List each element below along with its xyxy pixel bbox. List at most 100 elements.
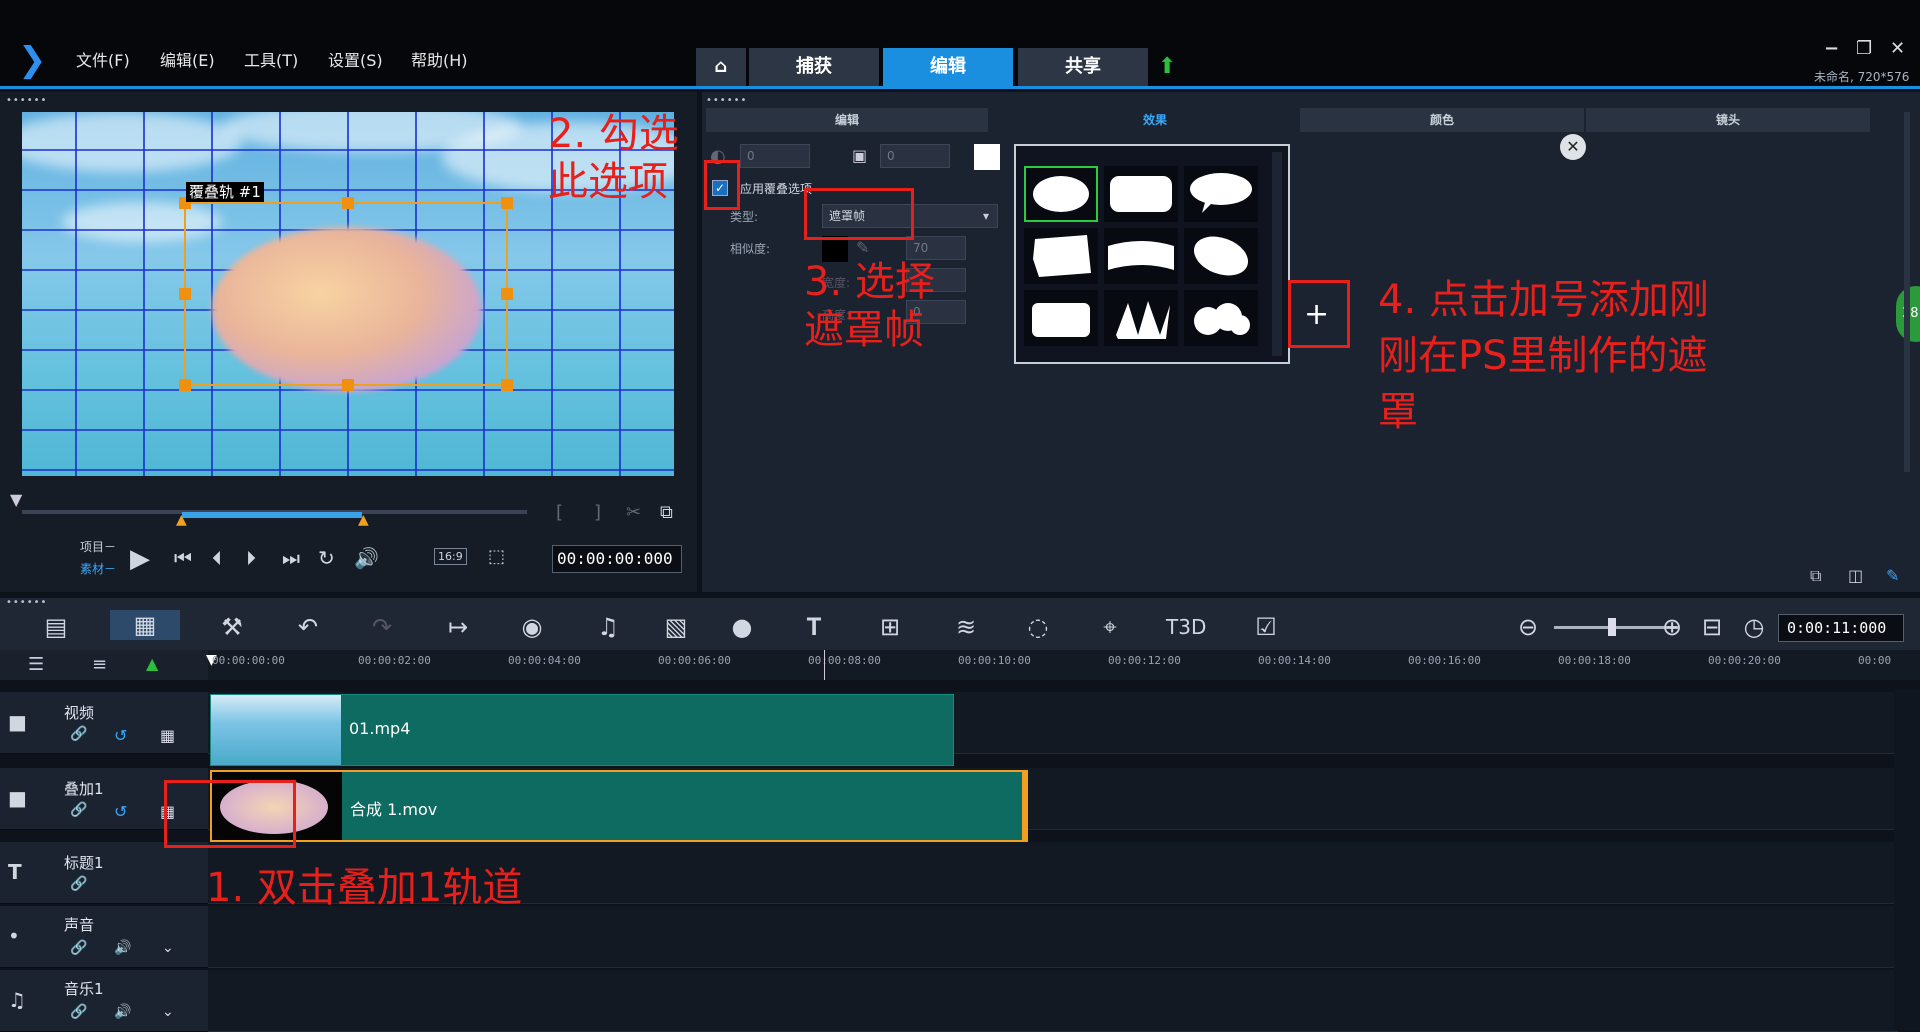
tab-options-effect[interactable]: 效果 (1014, 108, 1296, 132)
tab-capture[interactable]: 捕获 (749, 48, 879, 86)
go-to-end-icon[interactable]: ⏭ (282, 546, 300, 570)
mark-in-icon[interactable]: [ (556, 502, 563, 523)
pan-zoom-icon[interactable]: ⌖ (1090, 612, 1130, 642)
play-icon[interactable]: ▶ (130, 544, 150, 574)
mask-creator-icon[interactable]: ◌ (1018, 612, 1058, 642)
track-voice[interactable]: • 声音 🔗 🔊 ⌄ (0, 906, 208, 968)
motion-tracking-icon[interactable]: ▧ (656, 612, 696, 642)
opacity-field[interactable]: 0 (740, 144, 810, 168)
track-title1[interactable]: T 标题1 🔗 (0, 842, 208, 904)
mask-tilted-oval[interactable] (1184, 228, 1258, 284)
overlay-mode-icon[interactable]: ⧉ (1810, 566, 1821, 586)
chevron-down-icon[interactable]: ⌄ (162, 1004, 174, 1020)
border-color-swatch[interactable] (974, 144, 1000, 170)
subtitle-icon[interactable]: ☑ (1246, 612, 1286, 642)
zoom-out-icon[interactable]: ⊖ (1508, 612, 1548, 642)
overlay-selection-box[interactable] (179, 197, 513, 391)
panel-grip-icon[interactable]: •••••• (6, 96, 47, 106)
track-area-voice[interactable] (208, 906, 1898, 968)
timeline-view-icon[interactable]: ▦ (110, 610, 180, 640)
mark-out-icon[interactable]: ] (594, 502, 601, 523)
audio-mixer-icon[interactable]: ♫ (588, 612, 628, 642)
upload-arrow-icon[interactable]: ⬆ (1158, 54, 1176, 79)
storyboard-view-icon[interactable]: ▤ (36, 612, 76, 642)
link-icon[interactable]: 🔗 (70, 802, 87, 818)
trim-end-handle-icon[interactable]: ▲ (358, 512, 369, 528)
menu-settings[interactable]: 设置(S) (328, 47, 383, 71)
mask-stacked-frames[interactable] (1024, 290, 1098, 346)
trim-start-handle-icon[interactable]: ▲ (176, 512, 187, 528)
eyedropper-icon[interactable]: ✎ (856, 238, 869, 257)
menu-help[interactable]: 帮助(H) (411, 47, 468, 71)
grid-mask-icon[interactable]: ▦ (160, 726, 175, 745)
close-window-icon[interactable]: ✕ (1890, 38, 1905, 59)
next-frame-icon[interactable]: ⏵ (246, 546, 256, 570)
track-music1[interactable]: ♫ 音乐1 🔗 🔊 ⌄ (0, 970, 208, 1032)
clip-video[interactable]: 01.mp4 (210, 694, 954, 766)
volume-icon[interactable]: 🔊 (354, 546, 379, 570)
edit-mode-icon[interactable]: ✎ (1886, 566, 1899, 585)
project-duration[interactable]: 0:00:11:000 (1778, 614, 1904, 642)
preview-timecode[interactable]: 00:00:00:000 (552, 545, 682, 573)
repeat-icon[interactable]: ↻ (318, 546, 335, 570)
timeline-scrollbar[interactable] (1894, 690, 1920, 1030)
link-icon[interactable]: 🔗 (70, 726, 87, 742)
ripple-icon[interactable]: ↺ (114, 802, 127, 821)
tools-icon[interactable]: ⚒ (212, 612, 252, 642)
split-view-icon[interactable]: ◫ (1848, 566, 1863, 585)
project-mode-label[interactable]: 项目－ (80, 538, 116, 555)
tab-options-color[interactable]: 颜色 (1300, 108, 1584, 132)
track-area-music1[interactable] (208, 970, 1898, 1032)
link-icon[interactable]: 🔗 (70, 1004, 87, 1020)
title-icon[interactable]: 𝐓 (794, 612, 834, 642)
copy-frame-icon[interactable]: ⧉ (660, 502, 673, 523)
redo-icon[interactable]: ↷ (362, 612, 402, 642)
chapter-icon[interactable]: ≡ (92, 654, 107, 675)
speed-icon[interactable]: ≋ (946, 612, 986, 642)
mask-brush-strokes[interactable] (1104, 290, 1178, 346)
link-icon[interactable]: 🔗 (70, 876, 87, 892)
tab-share[interactable]: 共享 (1018, 48, 1148, 86)
tab-edit[interactable]: 编辑 (883, 48, 1013, 86)
menu-file[interactable]: 文件(F) (76, 47, 130, 71)
track-manager-icon[interactable]: ☰ (28, 654, 44, 675)
options-grip-icon[interactable]: •••••• (706, 96, 747, 106)
border-field[interactable]: 0 (880, 144, 950, 168)
clip-mode-label[interactable]: 素材－ (80, 560, 116, 577)
previous-frame-icon[interactable]: ⏴ (212, 546, 222, 570)
split-clip-icon[interactable]: ✂ (626, 502, 641, 523)
restore-icon[interactable]: ❐ (1856, 38, 1872, 59)
timeline-ruler[interactable] (208, 650, 1920, 680)
fit-project-icon[interactable]: ⊟ (1692, 612, 1732, 642)
volume-marker-icon[interactable]: ▼ (10, 490, 22, 509)
record-capture-icon[interactable]: ◉ (512, 612, 552, 642)
home-tab[interactable]: ⌂ (696, 48, 746, 86)
clip-trim-handle[interactable] (1022, 772, 1028, 840)
similarity-field[interactable]: 70 (906, 236, 966, 260)
ripple-icon[interactable]: ↺ (114, 726, 127, 745)
minimize-icon[interactable]: − (1824, 38, 1839, 59)
3d-title-icon[interactable]: T3D (1166, 612, 1206, 642)
color-grading-icon[interactable]: ● (722, 612, 762, 642)
options-scrollbar[interactable] (1904, 112, 1910, 472)
menu-edit[interactable]: 编辑(E) (160, 47, 215, 71)
go-to-start-icon[interactable]: ⏮ (174, 546, 192, 570)
timeline-grip-icon[interactable]: •••••• (6, 598, 47, 608)
mask-speech-bubble[interactable] (1184, 166, 1258, 222)
tab-options-lens[interactable]: 镜头 (1586, 108, 1870, 132)
mask-oval[interactable] (1024, 166, 1098, 222)
aspect-ratio-button[interactable]: 16:9 (434, 548, 467, 565)
resize-icon[interactable]: ⬚ (488, 546, 505, 567)
add-marker-icon[interactable]: ▲ (146, 654, 158, 673)
mask-rounded-rect[interactable] (1104, 166, 1178, 222)
mask-bubbles[interactable] (1184, 290, 1258, 346)
chevron-down-icon[interactable]: ⌄ (162, 940, 174, 956)
close-panel-icon[interactable]: ✕ (1560, 134, 1586, 160)
volume-icon[interactable]: 🔊 (114, 940, 131, 956)
split-screen-icon[interactable]: ⊞ (870, 612, 910, 642)
tab-options-edit[interactable]: 编辑 (706, 108, 988, 132)
mask-library-scrollbar[interactable] (1272, 152, 1282, 356)
link-icon[interactable]: 🔗 (70, 940, 87, 956)
fit-track-icon[interactable]: ↦ (438, 612, 478, 642)
track-video[interactable]: ■ 视频 🔗 ↺ ▦ (0, 692, 208, 754)
